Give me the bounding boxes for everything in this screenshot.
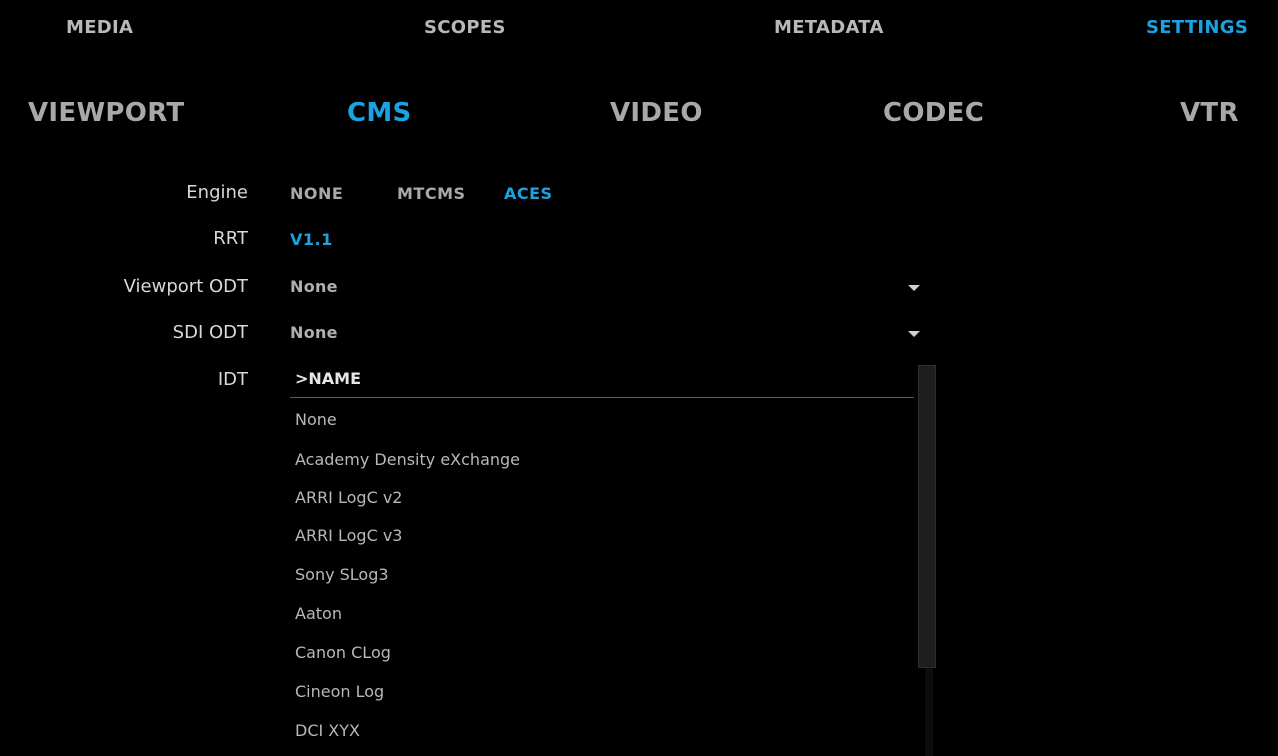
idt-label: IDT — [217, 369, 248, 390]
idt-list-item[interactable]: Academy Density eXchange — [295, 450, 520, 469]
idt-scrollbar-thumb[interactable] — [918, 365, 936, 668]
idt-list-item[interactable]: Cineon Log — [295, 682, 384, 701]
nav-metadata[interactable]: METADATA — [774, 17, 884, 38]
tab-video[interactable]: VIDEO — [610, 98, 703, 128]
rrt-label: RRT — [213, 228, 248, 249]
engine-option-mtcms[interactable]: MTCMS — [397, 184, 466, 203]
idt-list-item[interactable]: Sony SLog3 — [295, 565, 389, 584]
tab-codec[interactable]: CODEC — [883, 98, 984, 128]
idt-list-header[interactable]: >NAME — [290, 365, 914, 398]
viewport-odt-dropdown[interactable]: None — [290, 275, 926, 301]
tab-vtr[interactable]: VTR — [1180, 98, 1239, 128]
idt-list-item[interactable]: Aaton — [295, 604, 342, 623]
idt-list-item[interactable]: None — [295, 410, 337, 429]
nav-settings[interactable]: SETTINGS — [1146, 17, 1248, 38]
sdi-odt-dropdown[interactable]: None — [290, 321, 926, 347]
viewport-odt-label: Viewport ODT — [123, 276, 248, 297]
rrt-value[interactable]: V1.1 — [290, 230, 333, 249]
tab-viewport[interactable]: VIEWPORT — [28, 98, 184, 128]
chevron-down-icon — [908, 331, 920, 337]
engine-option-none[interactable]: NONE — [290, 184, 343, 203]
nav-media[interactable]: MEDIA — [66, 17, 133, 38]
idt-column-name: >NAME — [295, 369, 362, 388]
idt-list-item[interactable]: Canon CLog — [295, 643, 391, 662]
nav-scopes[interactable]: SCOPES — [424, 17, 506, 38]
sdi-odt-label: SDI ODT — [172, 322, 248, 343]
sdi-odt-value: None — [290, 323, 338, 342]
chevron-down-icon — [908, 285, 920, 291]
engine-label: Engine — [186, 182, 248, 203]
engine-option-aces[interactable]: ACES — [504, 184, 553, 203]
viewport-odt-value: None — [290, 277, 338, 296]
tab-cms[interactable]: CMS — [347, 98, 412, 128]
idt-list-item[interactable]: ARRI LogC v2 — [295, 488, 402, 507]
idt-list-item[interactable]: DCI XYX — [295, 721, 360, 740]
idt-list-item[interactable]: ARRI LogC v3 — [295, 526, 402, 545]
